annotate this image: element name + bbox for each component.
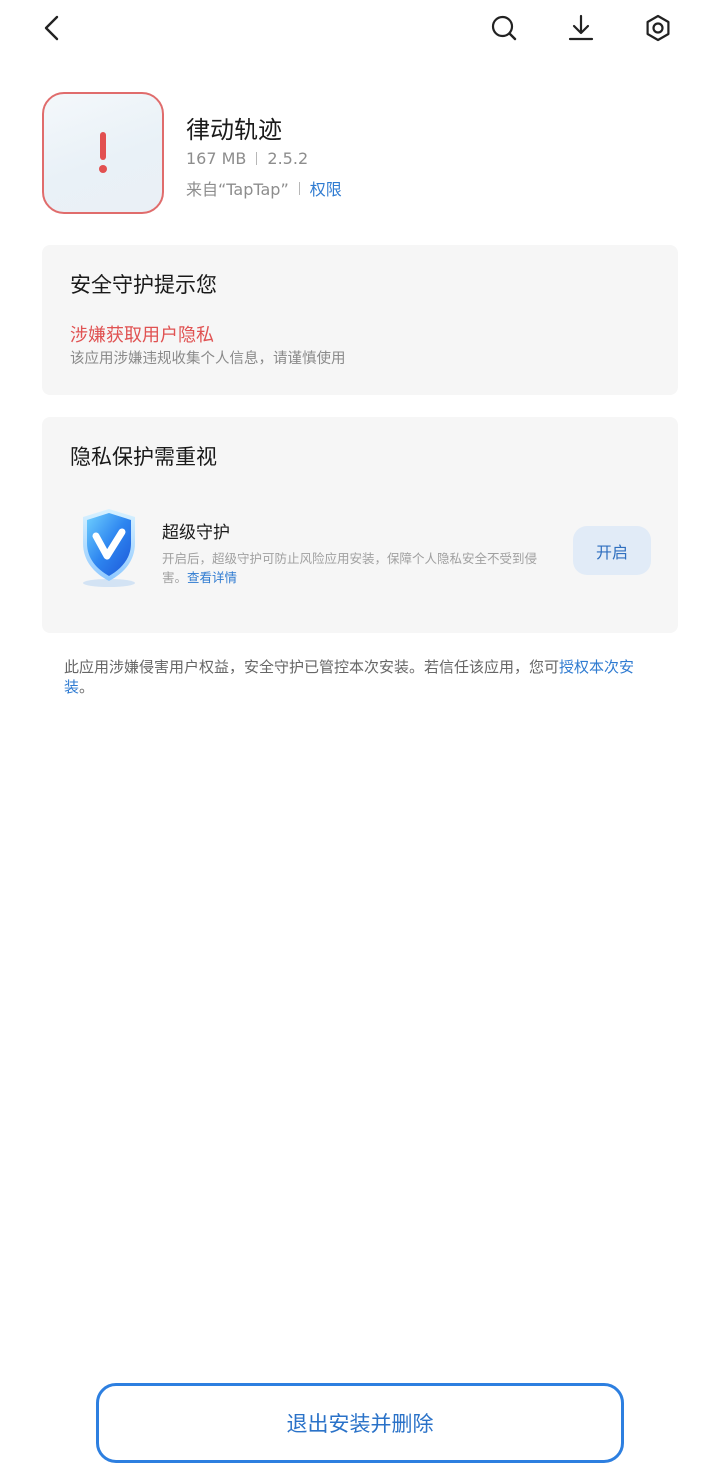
risk-title: 涉嫌获取用户隐私 bbox=[70, 325, 214, 346]
app-size: 167 MB bbox=[186, 149, 247, 168]
privacy-protection-card: 隐私保护需重视 超级守护 开启后，超级守护可防止风险应用安装，保障个人隐私安全不… bbox=[42, 417, 678, 633]
super-guard-description: 开启后，超级守护可防止风险应用安装，保障个人隐私安全不受到侵害。查看详情 bbox=[162, 549, 552, 587]
download-icon[interactable] bbox=[559, 8, 603, 48]
notice-suffix: 。 bbox=[79, 678, 95, 696]
exit-and-delete-button[interactable]: 退出安装并删除 bbox=[96, 1383, 624, 1463]
security-warning-card: 安全守护提示您 涉嫌获取用户隐私 该应用涉嫌违规收集个人信息，请谨慎使用 bbox=[42, 245, 678, 395]
security-card-title: 安全守护提示您 bbox=[70, 273, 217, 297]
install-notice: 此应用涉嫌侵害用户权益，安全守护已管控本次安装。若信任该应用，您可授权本次安装。 bbox=[64, 657, 660, 697]
app-name: 律动轨迹 bbox=[186, 116, 282, 144]
divider bbox=[298, 181, 300, 195]
search-icon[interactable] bbox=[482, 8, 526, 48]
back-arrow-icon[interactable] bbox=[30, 8, 74, 48]
app-meta: 167 MB 2.5.2 bbox=[186, 149, 308, 168]
super-guard-title: 超级守护 bbox=[162, 523, 230, 543]
exclamation-warning-icon bbox=[44, 94, 162, 212]
permissions-link[interactable]: 权限 bbox=[310, 176, 342, 200]
privacy-card-title: 隐私保护需重视 bbox=[70, 445, 217, 469]
shield-v-icon bbox=[72, 505, 146, 589]
app-source: 来自“TapTap” bbox=[186, 180, 289, 199]
app-icon bbox=[42, 92, 164, 214]
view-details-link[interactable]: 查看详情 bbox=[187, 570, 237, 585]
enable-button[interactable]: 开启 bbox=[573, 526, 651, 575]
settings-hexagon-icon[interactable] bbox=[636, 8, 680, 48]
risk-description: 该应用涉嫌违规收集个人信息，请谨慎使用 bbox=[70, 351, 346, 367]
app-source-row: 来自“TapTap” 权限 bbox=[186, 176, 342, 200]
divider bbox=[256, 152, 258, 165]
top-bar bbox=[0, 0, 720, 58]
app-version: 2.5.2 bbox=[267, 149, 309, 168]
notice-text: 此应用涉嫌侵害用户权益，安全守护已管控本次安装。若信任该应用，您可 bbox=[64, 658, 560, 676]
